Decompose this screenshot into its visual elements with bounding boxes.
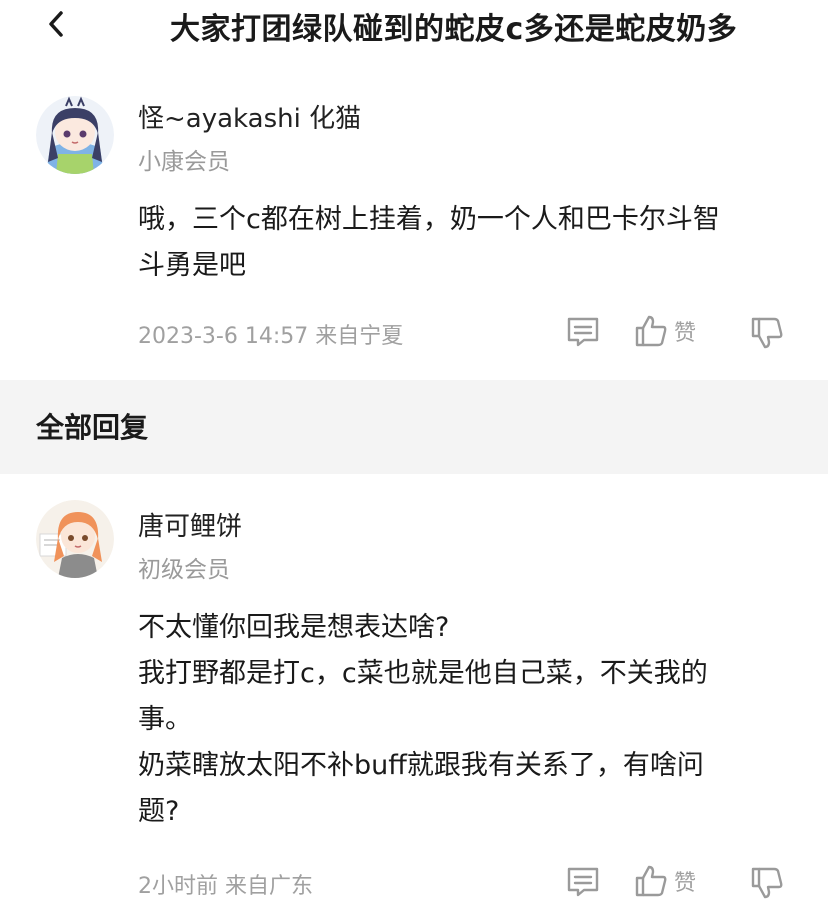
comment-button[interactable] [566, 316, 600, 348]
like-label: 赞 [674, 871, 697, 896]
content-line: 我打野都是打c，c菜也就是他自己菜，不关我的 [138, 658, 708, 689]
content-line: 奶菜瞎放太阳不补buff就跟我有关系了，有啥问 [138, 750, 704, 781]
content-line: 哦，三个c都在树上挂着，奶一个人和巴卡尔斗智 [138, 204, 720, 235]
reply-meta: 2小时前 来自广东 [138, 874, 313, 899]
section-title: 全部回复 [36, 411, 149, 444]
like-button[interactable]: 赞 [634, 314, 696, 348]
thumbs-down-icon [751, 867, 783, 899]
section-header: 全部回复 [0, 380, 828, 474]
post-meta: 2023-3-6 14:57 来自宁夏 [138, 324, 404, 349]
dislike-button[interactable] [750, 866, 784, 900]
reply-content: 不太懂你回我是想表达啥? 我打野都是打c，c菜也就是他自己菜，不关我的 事。 奶… [138, 605, 788, 835]
username[interactable]: 唐可鲤饼 [138, 506, 242, 543]
content-line: 斗勇是吧 [138, 250, 246, 281]
member-rank: 小康会员 [138, 149, 230, 175]
username[interactable]: 怪~ayakashi 化猫 [138, 98, 361, 135]
content-line: 不太懂你回我是想表达啥? [138, 612, 450, 643]
comment-icon [567, 317, 599, 347]
dislike-button[interactable] [750, 316, 784, 350]
like-button[interactable]: 赞 [634, 864, 696, 898]
content-line: 题? [138, 796, 180, 827]
member-rank: 初级会员 [138, 557, 230, 583]
comment-button[interactable] [566, 866, 600, 898]
thumbs-down-icon [751, 317, 783, 349]
comment-icon [567, 867, 599, 897]
anime-avatar-orange-hair-icon [36, 500, 114, 578]
page-title: 大家打团绿队碰到的蛇皮c多还是蛇皮奶多 [170, 12, 738, 47]
thumbs-up-icon [635, 865, 667, 897]
like-label: 赞 [674, 321, 697, 346]
back-button[interactable] [38, 6, 74, 42]
post-content: 哦，三个c都在树上挂着，奶一个人和巴卡尔斗智 斗勇是吧 [138, 197, 788, 289]
thumbs-up-icon [635, 315, 667, 347]
content-line: 事。 [138, 704, 192, 735]
chevron-left-icon [49, 11, 63, 37]
anime-avatar-blue-hair-icon [36, 96, 114, 174]
avatar[interactable] [36, 500, 114, 578]
top-bar: 大家打团绿队碰到的蛇皮c多还是蛇皮奶多 [0, 0, 828, 60]
avatar[interactable] [36, 96, 114, 174]
